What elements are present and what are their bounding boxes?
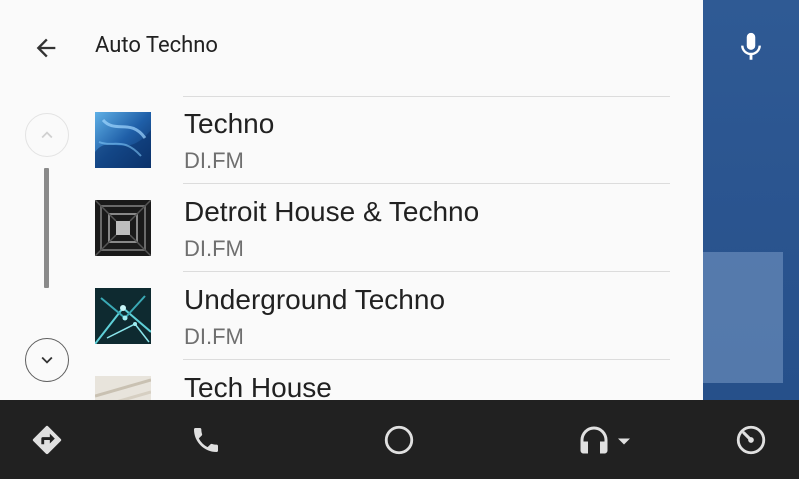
list-item[interactable]: Tech House: [0, 360, 703, 400]
list-item[interactable]: Detroit House & Techno DI.FM: [0, 184, 703, 272]
station-subtitle: DI.FM: [184, 236, 244, 261]
background-panel: [703, 252, 783, 383]
phone-icon[interactable]: [186, 420, 226, 460]
drawer-header: Auto Techno: [0, 0, 703, 96]
station-title: Techno: [184, 108, 275, 139]
station-art: [94, 199, 152, 257]
drawer-title: Auto Techno: [95, 33, 218, 58]
station-subtitle: DI.FM: [184, 324, 244, 349]
station-title: Underground Techno: [184, 284, 446, 315]
bottom-nav-bar: [0, 400, 799, 479]
exit-dashboard-icon[interactable]: [731, 420, 771, 460]
browse-drawer: Auto Techno Techno DI.FM Detroit House &…: [0, 0, 703, 400]
station-title: Detroit House & Techno: [184, 196, 480, 227]
station-art: [94, 288, 152, 345]
home-circle-icon[interactable]: [379, 420, 419, 460]
list-item[interactable]: Techno DI.FM: [0, 96, 703, 184]
microphone-icon[interactable]: [734, 30, 768, 64]
headphones-icon[interactable]: [570, 420, 642, 460]
station-art: [94, 376, 152, 400]
station-subtitle: DI.FM: [184, 148, 244, 173]
arrow-back-icon[interactable]: [28, 30, 64, 66]
station-title: Tech House: [184, 372, 332, 400]
directions-icon[interactable]: [27, 420, 67, 460]
list-item[interactable]: Underground Techno DI.FM: [0, 272, 703, 360]
station-art: [95, 112, 151, 168]
